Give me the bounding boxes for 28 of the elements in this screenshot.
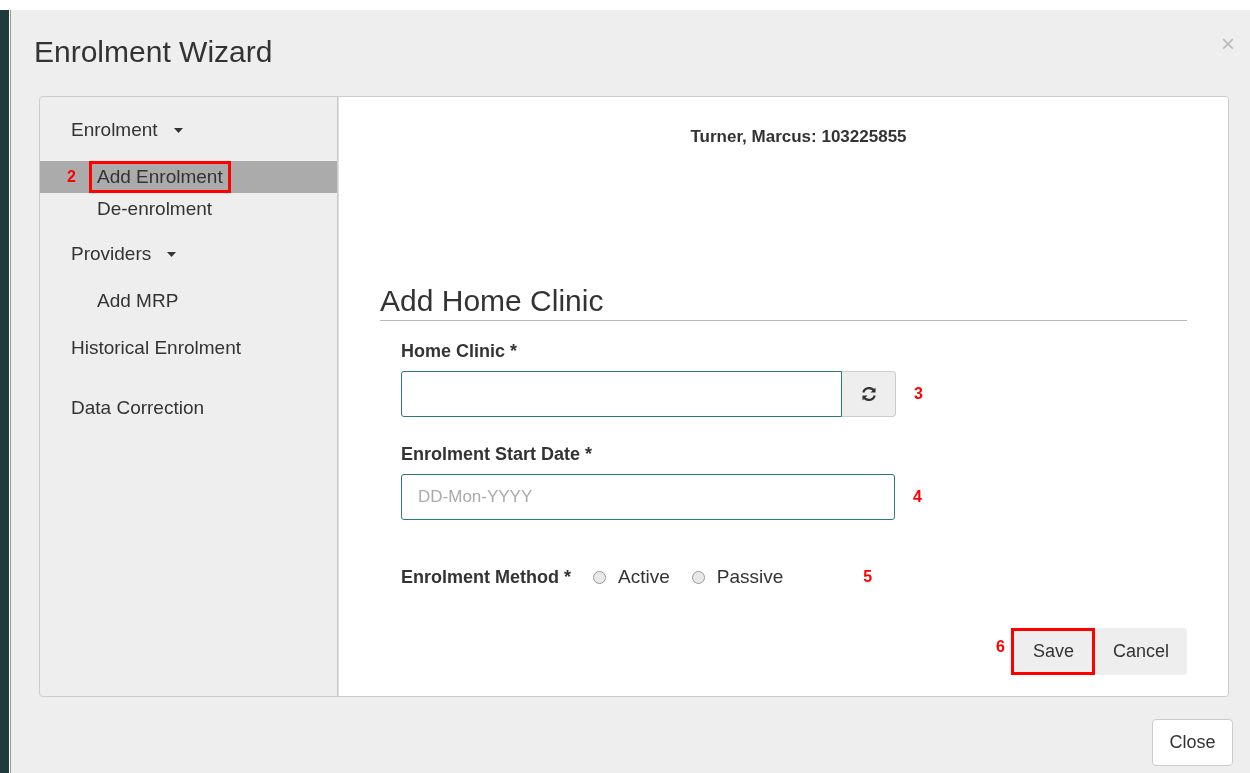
sidebar-item[interactable]: Add Enrolment <box>89 161 231 193</box>
radio-button[interactable] <box>593 570 606 584</box>
callout-number: 6 <box>996 637 1005 656</box>
close-button[interactable]: Close <box>1152 719 1233 766</box>
callout-number: 2 <box>67 168 76 186</box>
cancel-button[interactable]: Cancel <box>1094 628 1187 675</box>
callout-number: 3 <box>914 385 923 403</box>
refresh-button[interactable] <box>842 371 896 417</box>
patient-header: Turner, Marcus: 103225855 <box>689 127 908 147</box>
callout-number: 4 <box>913 488 922 506</box>
field-label: Enrolment Start Date * <box>401 444 594 465</box>
sidebar-item[interactable]: Enrolment <box>63 114 166 146</box>
radio-label: Active <box>618 566 670 588</box>
radio-label: Passive <box>716 566 784 588</box>
save-button[interactable]: Save <box>1010 628 1095 675</box>
sidebar-item[interactable]: Data Correction <box>63 392 213 424</box>
sidebar-item[interactable]: Historical Enrolment <box>63 332 249 364</box>
field-label: Enrolment Method * <box>401 566 571 588</box>
sidebar-item[interactable]: De-enrolment <box>89 193 221 225</box>
radio-button[interactable] <box>691 570 705 584</box>
sidebar-item[interactable]: Add MRP <box>89 285 187 317</box>
dialog-title: Enrolment Wizard <box>34 35 273 69</box>
input-field[interactable] <box>401 371 842 417</box>
field-label: Home Clinic * <box>401 341 519 362</box>
callout-number: 5 <box>863 568 873 586</box>
section-title: Add Home Clinic <box>380 284 1187 321</box>
input-field[interactable]: DD-Mon-YYYY <box>401 474 895 520</box>
sidebar-item[interactable]: Providers <box>63 238 160 270</box>
